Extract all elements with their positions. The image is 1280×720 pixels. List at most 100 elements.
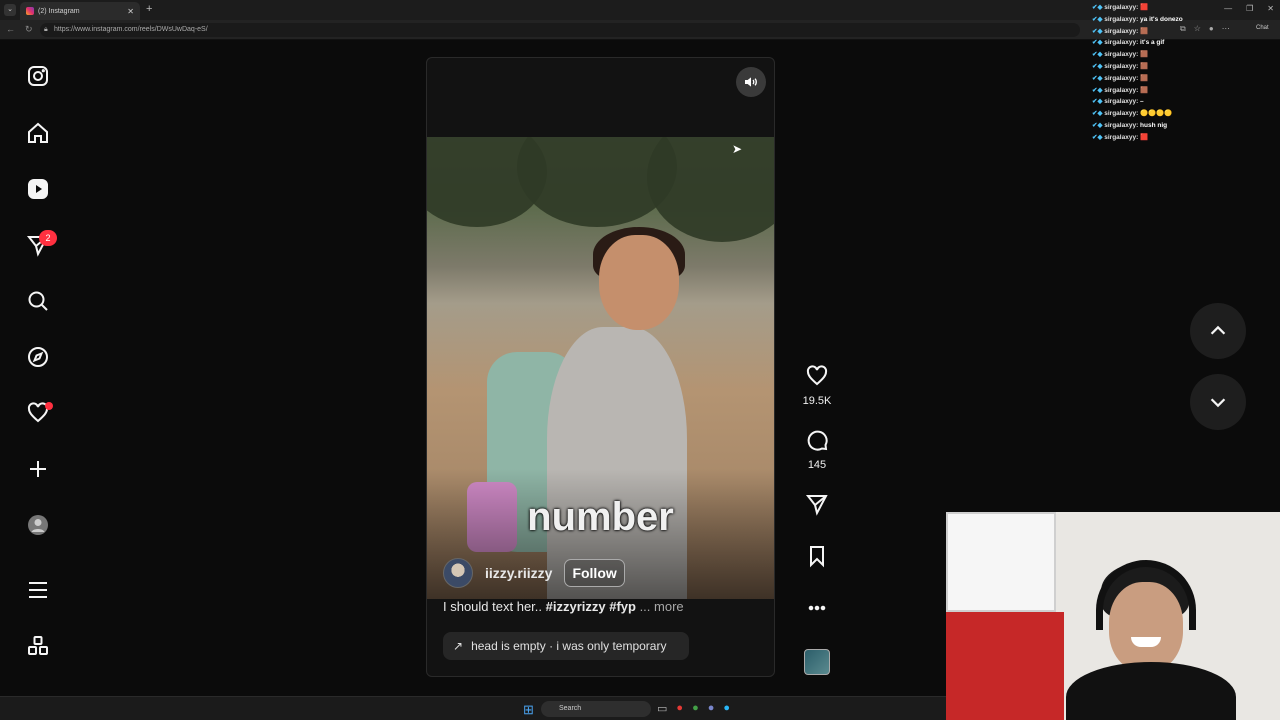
apps-icon[interactable] [25,633,51,659]
volume-button[interactable] [736,67,766,97]
chat-badge-icon: ✔◆ [1092,62,1105,70]
chat-message: ✔◆ sirgalaxyy: 🟥 [1092,132,1242,144]
chat-message: ✔◆ sirgalaxyy: 🟫 [1092,85,1242,97]
share-icon [805,495,828,516]
refresh-icon[interactable]: ↻ [25,24,33,35]
like-count: 19.5K [802,395,832,407]
video-caption-overlay: number [527,495,674,539]
heart-icon [806,365,828,386]
chat-username: sirgalaxyy: [1104,74,1139,82]
author-avatar[interactable] [443,558,473,588]
discord-icon[interactable]: ● [708,702,715,715]
create-icon[interactable] [25,456,51,482]
save-action[interactable] [797,544,837,573]
chat-badge-icon: ✔◆ [1092,39,1105,47]
profile-icon[interactable] [25,512,51,538]
chat-badge-icon: ✔◆ [1092,27,1105,35]
chat-text: hush nig [1140,121,1168,129]
chevron-down-icon [1210,398,1226,408]
streamer-shirt [1066,662,1236,720]
chat-message: ✔◆ sirgalaxyy: 🟫 [1092,49,1242,61]
stream-chat-overlay: ✔◆ sirgalaxyy: 🟥 ✔◆ sirgalaxyy: ya it's d… [1092,2,1242,144]
comment-icon [807,430,828,451]
home-icon[interactable] [25,120,51,146]
person-face [599,235,679,330]
reel-card[interactable]: number iizzy.riizzy Follow I should text… [426,57,775,677]
reel-description[interactable]: I should text her.. #izzyrizzy #fyp ... … [443,599,684,614]
instagram-logo-icon[interactable] [25,63,51,89]
previous-reel-button[interactable] [1190,303,1246,359]
chat-badge-icon: ✔◆ [1092,110,1105,118]
instagram-favicon-icon [26,7,34,15]
description-hashtags[interactable]: #izzyrizzy #fyp [546,599,636,614]
back-icon[interactable]: ← [6,24,15,35]
chat-username: sirgalaxyy: [1104,133,1139,141]
chat-text: 🟫 [1140,74,1149,82]
chat-message: ✔◆ sirgalaxyy: – [1092,96,1242,108]
headphones [1096,560,1196,630]
menu-icon[interactable] [25,577,51,603]
tab-close-icon[interactable]: ✕ [127,7,134,16]
chat-badge-icon: ✔◆ [1092,133,1105,141]
description-text: I should text her.. [443,599,546,614]
like-action[interactable]: 19.5K [797,364,837,407]
chat-message: ✔◆ sirgalaxyy: hush nig [1092,120,1242,132]
chat-badge-icon: ✔◆ [1092,86,1105,94]
restore-icon[interactable]: ❐ [1246,4,1253,13]
chat-button[interactable]: Chat [1256,25,1269,31]
app-icon[interactable]: ● [676,702,683,715]
task-view-icon[interactable]: ▭ [657,702,667,715]
chrome-icon[interactable]: ● [692,702,699,715]
taskbar-search[interactable]: Search [541,701,651,717]
search-icon[interactable] [25,288,51,314]
chat-username: sirgalaxyy: [1104,86,1139,94]
chat-message: ✔◆ sirgalaxyy: 🟫 [1092,73,1242,85]
comment-action[interactable]: 145 [797,428,837,471]
chat-badge-icon: ✔◆ [1092,4,1105,11]
chat-username: sirgalaxyy: [1104,62,1139,70]
follow-button[interactable]: Follow [564,559,625,587]
audio-track-name: head is empty · i was only temporary [471,639,667,653]
url-text: https://www.instagram.com/reels/DWsUwDaq… [54,26,208,33]
reel-video[interactable]: number [427,137,774,599]
share-action[interactable] [797,492,837,521]
tab-title: (2) Instagram [38,7,80,15]
chat-badge-icon: ✔◆ [1092,98,1105,106]
more-link[interactable]: ... more [636,599,684,614]
bookmark-icon [810,546,824,568]
chat-username: sirgalaxyy: [1104,15,1139,23]
explore-icon[interactable] [25,344,51,370]
edge-icon[interactable]: ● [723,702,730,715]
chat-text: 🟫 [1140,62,1149,70]
mouse-cursor: ➤ [732,142,743,156]
notification-dot [45,402,53,410]
chat-message: ✔◆ sirgalaxyy: it's a gif [1092,37,1242,49]
reels-icon[interactable] [25,176,51,202]
url-input[interactable]: 🔒︎ https://www.instagram.com/reels/DWsUw… [40,23,1080,37]
chat-username: sirgalaxyy: [1104,121,1139,129]
close-window-icon[interactable]: ✕ [1267,4,1274,13]
chat-username: sirgalaxyy: [1104,27,1139,35]
messages-badge: 2 [39,230,57,246]
chat-message: ✔◆ sirgalaxyy: ya it's donezo [1092,14,1242,26]
chat-badge-icon: ✔◆ [1092,74,1105,82]
browser-tab[interactable]: (2) Instagram ✕ [20,2,140,20]
chat-username: sirgalaxyy: [1104,39,1139,47]
next-reel-button[interactable] [1190,374,1246,430]
new-tab-button[interactable]: + [146,3,152,15]
arrow-up-right-icon: ↗ [453,639,464,653]
reel-author: iizzy.riizzy Follow [443,558,625,588]
chat-message: ✔◆ sirgalaxyy: 🟥 [1092,2,1242,14]
windows-start-icon[interactable]: ⊞ [523,702,534,718]
speaker-icon [745,77,757,87]
audio-track-pill[interactable]: ↗ head is empty · i was only temporary [443,632,689,660]
tab-menu-button[interactable]: ⌄ [4,4,16,16]
author-username[interactable]: iizzy.riizzy [485,565,552,581]
audio-thumbnail[interactable] [804,649,830,675]
chat-text: 🟡🟡🟡🟡 [1140,110,1173,118]
chat-text: 🟥 [1140,133,1149,141]
chat-text: 🟫 [1140,27,1149,35]
nav-buttons: ← ↻ [6,24,33,35]
chat-username: sirgalaxyy: [1104,98,1139,106]
more-actions[interactable] [797,596,837,625]
